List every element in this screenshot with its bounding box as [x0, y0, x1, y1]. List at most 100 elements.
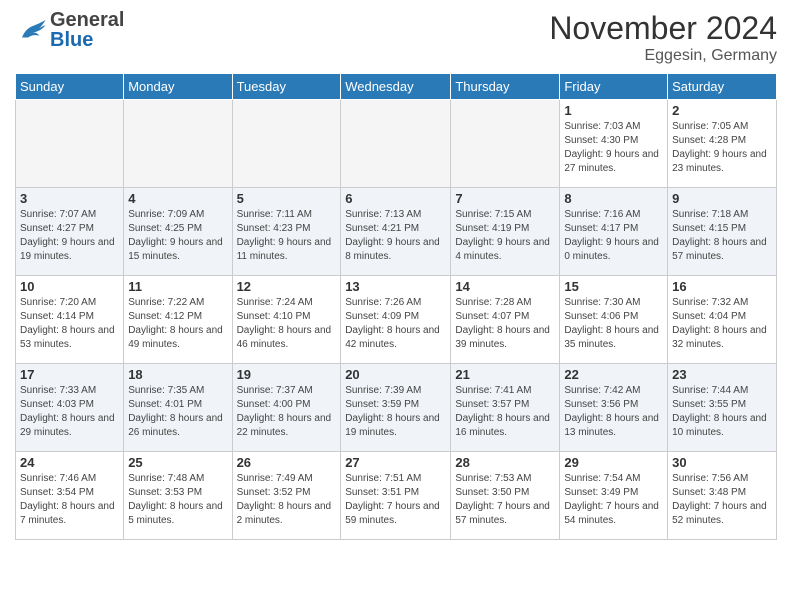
day-info: Sunrise: 7:18 AM Sunset: 4:15 PM Dayligh… [672, 208, 772, 264]
day-number: 21 [455, 367, 555, 382]
day-number: 22 [564, 367, 663, 382]
logo-blue: Blue [50, 30, 124, 50]
day-number: 14 [455, 279, 555, 294]
day-info: Sunrise: 7:24 AM Sunset: 4:10 PM Dayligh… [237, 296, 337, 352]
table-row: 4 Sunrise: 7:09 AM Sunset: 4:25 PM Daylig… [124, 188, 232, 276]
table-row: 15Sunrise: 7:30 AM Sunset: 4:06 PM Dayli… [560, 276, 668, 364]
header-wednesday: Wednesday [341, 74, 451, 100]
day-number: 5 [237, 191, 337, 206]
table-row: 27 Sunrise: 7:51 AM Sunset: 3:51 PM Dayli… [341, 452, 451, 540]
day-info: Sunrise: 7:20 AM Sunset: 4:14 PM Dayligh… [20, 296, 119, 352]
day-info: Sunrise: 7:46 AM Sunset: 3:54 PM Dayligh… [20, 472, 119, 528]
day-info: Sunrise: 7:26 AM Sunset: 4:09 PM Dayligh… [345, 296, 446, 352]
day-info: Sunrise: 7:09 AM Sunset: 4:25 PM Dayligh… [128, 208, 227, 264]
day-info: Sunrise: 7:44 AM Sunset: 3:55 PM Dayligh… [672, 384, 772, 440]
header-thursday: Thursday [451, 74, 560, 100]
day-number: 30 [672, 455, 772, 470]
day-info: Sunrise: 7:22 AM Sunset: 4:12 PM Dayligh… [128, 296, 227, 352]
table-row: 9 Sunrise: 7:18 AM Sunset: 4:15 PM Daylig… [668, 188, 777, 276]
day-number: 26 [237, 455, 337, 470]
day-number: 3 [20, 191, 119, 206]
location: Eggesin, Germany [549, 47, 777, 65]
header-sunday: Sunday [16, 74, 124, 100]
table-row [341, 100, 451, 188]
table-row [451, 100, 560, 188]
day-info: Sunrise: 7:07 AM Sunset: 4:27 PM Dayligh… [20, 208, 119, 264]
day-info: Sunrise: 7:03 AM Sunset: 4:30 PM Dayligh… [564, 120, 663, 176]
table-row: 13 Sunrise: 7:26 AM Sunset: 4:09 PM Dayli… [341, 276, 451, 364]
day-number: 9 [672, 191, 772, 206]
table-row: 6 Sunrise: 7:13 AM Sunset: 4:21 PM Daylig… [341, 188, 451, 276]
day-info: Sunrise: 7:53 AM Sunset: 3:50 PM Dayligh… [455, 472, 555, 528]
day-number: 23 [672, 367, 772, 382]
table-row [124, 100, 232, 188]
calendar-week-row: 3 Sunrise: 7:07 AM Sunset: 4:27 PM Daylig… [16, 188, 777, 276]
calendar-week-row: 1 Sunrise: 7:03 AM Sunset: 4:30 PM Daylig… [16, 100, 777, 188]
day-number: 6 [345, 191, 446, 206]
calendar-header-row: Sunday Monday Tuesday Wednesday Thursday… [16, 74, 777, 100]
table-row: 30Sunrise: 7:56 AM Sunset: 3:48 PM Dayli… [668, 452, 777, 540]
header-tuesday: Tuesday [232, 74, 341, 100]
table-row: 28 Sunrise: 7:53 AM Sunset: 3:50 PM Dayli… [451, 452, 560, 540]
logo: General Blue [15, 10, 124, 50]
day-number: 1 [564, 103, 663, 118]
header: General Blue November 2024 Eggesin, Germ… [15, 10, 777, 65]
day-info: Sunrise: 7:33 AM Sunset: 4:03 PM Dayligh… [20, 384, 119, 440]
calendar-week-row: 24 Sunrise: 7:46 AM Sunset: 3:54 PM Dayli… [16, 452, 777, 540]
day-info: Sunrise: 7:11 AM Sunset: 4:23 PM Dayligh… [237, 208, 337, 264]
table-row [232, 100, 341, 188]
table-row: 8 Sunrise: 7:16 AM Sunset: 4:17 PM Daylig… [560, 188, 668, 276]
day-number: 15 [564, 279, 663, 294]
day-number: 11 [128, 279, 227, 294]
day-info: Sunrise: 7:41 AM Sunset: 3:57 PM Dayligh… [455, 384, 555, 440]
day-info: Sunrise: 7:42 AM Sunset: 3:56 PM Dayligh… [564, 384, 663, 440]
day-info: Sunrise: 7:16 AM Sunset: 4:17 PM Dayligh… [564, 208, 663, 264]
table-row: 24 Sunrise: 7:46 AM Sunset: 3:54 PM Dayli… [16, 452, 124, 540]
table-row: 12Sunrise: 7:24 AM Sunset: 4:10 PM Dayli… [232, 276, 341, 364]
day-number: 10 [20, 279, 119, 294]
calendar-week-row: 17 Sunrise: 7:33 AM Sunset: 4:03 PM Dayli… [16, 364, 777, 452]
table-row: 19Sunrise: 7:37 AM Sunset: 4:00 PM Dayli… [232, 364, 341, 452]
calendar-week-row: 10 Sunrise: 7:20 AM Sunset: 4:14 PM Dayli… [16, 276, 777, 364]
day-number: 20 [345, 367, 446, 382]
day-info: Sunrise: 7:48 AM Sunset: 3:53 PM Dayligh… [128, 472, 227, 528]
day-info: Sunrise: 7:28 AM Sunset: 4:07 PM Dayligh… [455, 296, 555, 352]
day-number: 25 [128, 455, 227, 470]
table-row: 16 Sunrise: 7:32 AM Sunset: 4:04 PM Dayli… [668, 276, 777, 364]
table-row: 25 Sunrise: 7:48 AM Sunset: 3:53 PM Dayli… [124, 452, 232, 540]
day-number: 17 [20, 367, 119, 382]
month-title: November 2024 [549, 10, 777, 47]
day-info: Sunrise: 7:49 AM Sunset: 3:52 PM Dayligh… [237, 472, 337, 528]
table-row: 26 Sunrise: 7:49 AM Sunset: 3:52 PM Dayli… [232, 452, 341, 540]
table-row: 7Sunrise: 7:15 AM Sunset: 4:19 PM Daylig… [451, 188, 560, 276]
logo-icon [15, 13, 50, 48]
day-number: 24 [20, 455, 119, 470]
day-number: 4 [128, 191, 227, 206]
table-row: 3 Sunrise: 7:07 AM Sunset: 4:27 PM Daylig… [16, 188, 124, 276]
table-row: 1 Sunrise: 7:03 AM Sunset: 4:30 PM Daylig… [560, 100, 668, 188]
day-info: Sunrise: 7:35 AM Sunset: 4:01 PM Dayligh… [128, 384, 227, 440]
day-number: 19 [237, 367, 337, 382]
table-row: 18 Sunrise: 7:35 AM Sunset: 4:01 PM Dayli… [124, 364, 232, 452]
day-number: 27 [345, 455, 446, 470]
day-number: 16 [672, 279, 772, 294]
day-info: Sunrise: 7:32 AM Sunset: 4:04 PM Dayligh… [672, 296, 772, 352]
day-info: Sunrise: 7:51 AM Sunset: 3:51 PM Dayligh… [345, 472, 446, 528]
day-number: 2 [672, 103, 772, 118]
table-row: 22 Sunrise: 7:42 AM Sunset: 3:56 PM Dayli… [560, 364, 668, 452]
header-monday: Monday [124, 74, 232, 100]
day-info: Sunrise: 7:13 AM Sunset: 4:21 PM Dayligh… [345, 208, 446, 264]
day-info: Sunrise: 7:39 AM Sunset: 3:59 PM Dayligh… [345, 384, 446, 440]
day-number: 29 [564, 455, 663, 470]
table-row: 29 Sunrise: 7:54 AM Sunset: 3:49 PM Dayli… [560, 452, 668, 540]
day-number: 8 [564, 191, 663, 206]
table-row: 23 Sunrise: 7:44 AM Sunset: 3:55 PM Dayli… [668, 364, 777, 452]
header-saturday: Saturday [668, 74, 777, 100]
table-row: 11 Sunrise: 7:22 AM Sunset: 4:12 PM Dayli… [124, 276, 232, 364]
calendar-table: Sunday Monday Tuesday Wednesday Thursday… [15, 73, 777, 540]
day-number: 28 [455, 455, 555, 470]
day-info: Sunrise: 7:54 AM Sunset: 3:49 PM Dayligh… [564, 472, 663, 528]
day-number: 13 [345, 279, 446, 294]
table-row: 5 Sunrise: 7:11 AM Sunset: 4:23 PM Daylig… [232, 188, 341, 276]
day-number: 18 [128, 367, 227, 382]
